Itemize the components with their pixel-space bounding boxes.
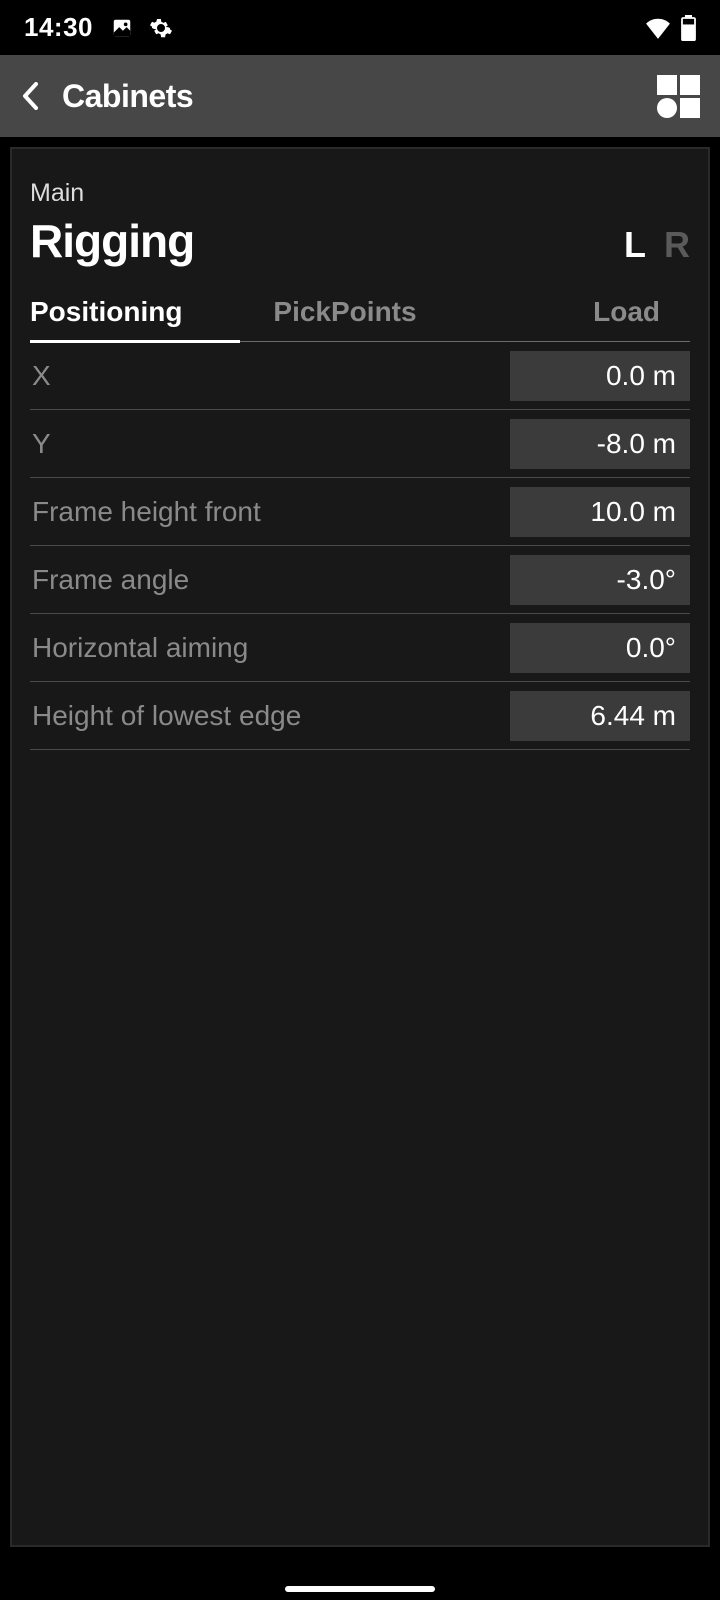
param-label: Horizontal aiming: [30, 632, 510, 664]
lr-toggle: L R: [624, 224, 690, 266]
wifi-icon: [645, 17, 671, 39]
back-icon[interactable]: [20, 79, 40, 113]
tab-pickpoints[interactable]: PickPoints: [240, 296, 450, 341]
param-row-frame-height: Frame height front 10.0 m: [30, 478, 690, 546]
param-value-horizontal-aiming[interactable]: 0.0°: [510, 623, 690, 673]
param-row-horizontal-aiming: Horizontal aiming 0.0°: [30, 614, 690, 682]
param-label: Frame height front: [30, 496, 510, 528]
page-title: Rigging: [30, 214, 194, 268]
param-label: Height of lowest edge: [30, 700, 510, 732]
parameter-list: X 0.0 m Y -8.0 m Frame height front 10.0…: [30, 342, 690, 750]
param-row-frame-angle: Frame angle -3.0°: [30, 546, 690, 614]
tab-positioning[interactable]: Positioning: [30, 296, 240, 343]
tabs: Positioning PickPoints Load: [30, 296, 690, 342]
clock: 14:30: [24, 12, 93, 43]
home-indicator[interactable]: [285, 1586, 435, 1592]
app-bar: Cabinets: [0, 55, 720, 137]
param-label: X: [30, 360, 510, 392]
gallery-icon: [111, 17, 133, 39]
breadcrumb: Main: [30, 179, 690, 208]
param-value-frame-height[interactable]: 10.0 m: [510, 487, 690, 537]
tab-load[interactable]: Load: [450, 296, 690, 341]
param-value-frame-angle[interactable]: -3.0°: [510, 555, 690, 605]
lr-right-button[interactable]: R: [664, 224, 690, 266]
param-label: Frame angle: [30, 564, 510, 596]
battery-icon: [681, 15, 696, 41]
status-bar: 14:30: [0, 0, 720, 55]
param-row-lowest-edge: Height of lowest edge 6.44 m: [30, 682, 690, 750]
param-value-y[interactable]: -8.0 m: [510, 419, 690, 469]
param-value-x[interactable]: 0.0 m: [510, 351, 690, 401]
param-label: Y: [30, 428, 510, 460]
lr-left-button[interactable]: L: [624, 224, 646, 266]
panel: Main Rigging L R Positioning PickPoints …: [10, 147, 710, 1547]
param-value-lowest-edge[interactable]: 6.44 m: [510, 691, 690, 741]
param-row-y: Y -8.0 m: [30, 410, 690, 478]
apps-icon[interactable]: [657, 75, 700, 118]
gear-icon: [149, 16, 173, 40]
appbar-title: Cabinets: [62, 78, 193, 115]
param-row-x: X 0.0 m: [30, 342, 690, 410]
